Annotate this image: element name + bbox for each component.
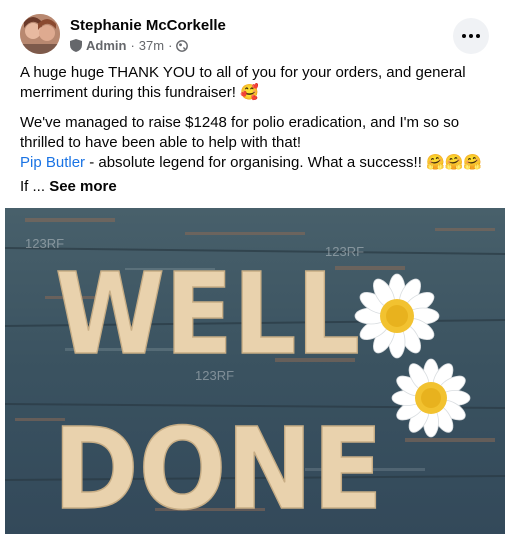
- post-card: Stephanie McCorkelle Admin · 37m · A hug: [0, 0, 505, 534]
- post-header: Stephanie McCorkelle Admin · 37m ·: [20, 14, 489, 58]
- role-badge: Admin: [86, 38, 127, 53]
- post-paragraph-truncated: If ... See more: [20, 177, 483, 197]
- author-name[interactable]: Stephanie McCorkelle: [70, 17, 226, 34]
- shield-icon: [70, 39, 82, 52]
- see-more-link[interactable]: See more: [49, 178, 117, 195]
- meta-separator: ·: [130, 38, 135, 53]
- avatar-photo: [20, 14, 60, 54]
- well-done-image: 123RF 123RF 123RF WELL DONE: [5, 208, 505, 534]
- globe-icon[interactable]: [176, 39, 189, 52]
- post-body: A huge huge THANK YOU to all of you for …: [20, 63, 483, 207]
- user-mention-link[interactable]: Pip Butler: [20, 154, 85, 171]
- post-paragraph: A huge huge THANK YOU to all of you for …: [20, 64, 466, 101]
- post-paragraph-line: - absolute legend for organising. What a…: [85, 154, 483, 171]
- post-time[interactable]: 37m: [139, 38, 164, 53]
- image-text-line1: WELL: [55, 250, 360, 380]
- more-horizontal-icon: [462, 34, 480, 38]
- meta-separator: ·: [168, 38, 173, 53]
- post-paragraph: We've managed to raise $1248 for polio e…: [20, 113, 483, 173]
- more-options-button[interactable]: [453, 18, 489, 54]
- post-paragraph-line: We've managed to raise $1248 for polio e…: [20, 114, 460, 151]
- image-text-line2: DONE: [53, 405, 383, 534]
- truncated-text: If ...: [20, 178, 46, 195]
- post-image[interactable]: 123RF 123RF 123RF WELL DONE: [5, 208, 505, 534]
- watermark-text: 123RF: [25, 236, 64, 251]
- avatar[interactable]: [20, 14, 60, 54]
- post-meta: Admin · 37m ·: [70, 38, 189, 53]
